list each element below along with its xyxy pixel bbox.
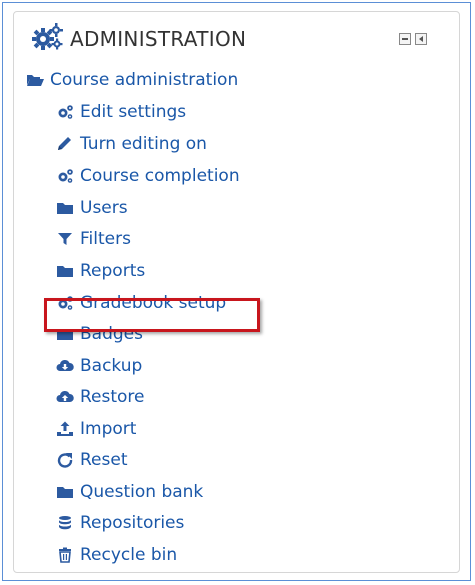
tree-item-label: Reports	[80, 261, 146, 281]
cloud-upload-icon	[56, 389, 74, 405]
trash-icon	[56, 547, 74, 563]
folder-icon	[56, 200, 74, 216]
tree-item-repositories[interactable]: Repositories	[56, 512, 184, 534]
tree-item-label: Reset	[80, 450, 128, 470]
tree-item-label: Question bank	[80, 482, 204, 502]
reset-icon	[56, 452, 74, 468]
gear-icon	[56, 104, 74, 120]
administration-block: ADMINISTRATION Course administration Edi…	[13, 11, 460, 573]
pencil-icon	[56, 136, 74, 152]
filter-icon	[56, 231, 74, 247]
tree-item-gradebook-setup[interactable]: Gradebook setup	[56, 292, 226, 314]
tree-item-edit-settings[interactable]: Edit settings	[56, 101, 186, 123]
tree-item-label: Course administration	[50, 70, 239, 90]
screenshot-frame: ADMINISTRATION Course administration Edi…	[2, 2, 471, 581]
tree-item-label: Users	[80, 198, 128, 218]
database-icon	[56, 515, 74, 531]
tree-item-course-administration[interactable]: Course administration	[26, 69, 238, 91]
tree-item-label: Course completion	[80, 166, 240, 186]
tree-item-label: Filters	[80, 229, 131, 249]
tree-item-label: Turn editing on	[80, 134, 207, 154]
tree-item-label: Edit settings	[80, 102, 187, 122]
tree-item-filters[interactable]: Filters	[56, 228, 131, 250]
tree-item-restore[interactable]: Restore	[56, 386, 145, 408]
cloud-download-icon	[56, 358, 74, 374]
tree-item-label: Restore	[80, 387, 145, 407]
tree-item-course-completion[interactable]: Course completion	[56, 165, 240, 187]
folder-open-icon	[26, 72, 44, 88]
tree-item-users[interactable]: Users	[56, 197, 128, 219]
tree-item-label: Repositories	[80, 513, 185, 533]
tree-item-recycle-bin[interactable]: Recycle bin	[56, 544, 177, 566]
tree-item-backup[interactable]: Backup	[56, 355, 142, 377]
tree-item-reset[interactable]: Reset	[56, 449, 128, 471]
tree-item-label: Import	[80, 419, 137, 439]
tree-item-label: Backup	[80, 356, 143, 376]
tree-item-label: Badges	[80, 324, 143, 344]
tree-item-turn-editing-on[interactable]: Turn editing on	[56, 133, 207, 155]
upload-icon	[56, 421, 74, 437]
tree-item-reports[interactable]: Reports	[56, 260, 145, 282]
tree-item-import[interactable]: Import	[56, 418, 136, 440]
folder-icon	[56, 484, 74, 500]
gear-icon	[56, 168, 74, 184]
tree-item-question-bank[interactable]: Question bank	[56, 481, 203, 503]
tree-item-badges[interactable]: Badges	[56, 323, 143, 345]
folder-icon	[56, 263, 74, 279]
folder-icon	[56, 326, 74, 342]
tree-item-label: Recycle bin	[80, 545, 178, 565]
gear-icon	[56, 295, 74, 311]
tree-item-label: Gradebook setup	[80, 293, 227, 313]
navigation-tree: Course administration Edit settings Turn…	[14, 12, 459, 572]
